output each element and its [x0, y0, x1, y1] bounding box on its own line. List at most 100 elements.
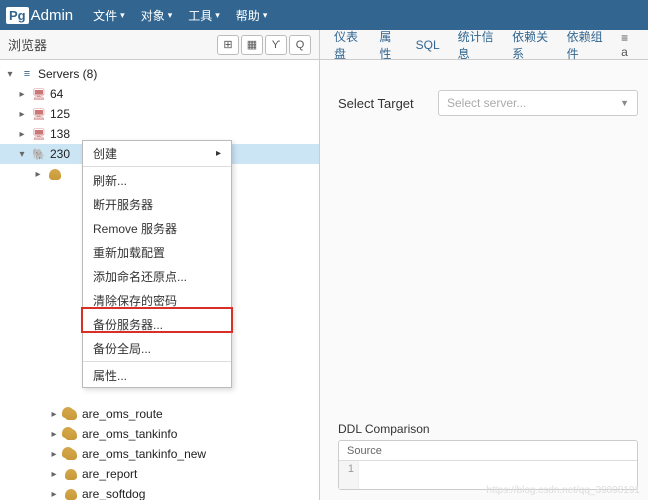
tree-db-are_oms_tankinfo[interactable]: ▸ are_oms_tankinfo	[0, 424, 319, 444]
tree-label: are_report	[82, 467, 137, 481]
ctx-label: 备份服务器...	[93, 316, 163, 333]
ctx-label: Remove 服务器	[93, 220, 177, 237]
app-header: Pg Admin 文件▾ 对象▾ 工具▾ 帮助▾	[0, 0, 648, 30]
content-panel: Select Target Select server... ▼ DDL Com…	[320, 60, 648, 500]
menu-object[interactable]: 对象▾	[133, 7, 181, 24]
ctx-backup-server[interactable]: 备份服务器...	[83, 312, 231, 336]
chevron-right-icon: ▸	[16, 89, 28, 100]
ddl-source-box: Source 1	[338, 440, 638, 490]
ctx-label: 清除保存的密码	[93, 292, 177, 309]
ctx-add-named-restore[interactable]: 添加命名还原点...	[83, 264, 231, 288]
tree-label: are_oms_route	[82, 407, 163, 421]
caret-down-icon: ▾	[168, 10, 173, 21]
ddl-title: DDL Comparison	[338, 422, 638, 436]
chevron-right-icon: ▸	[16, 109, 28, 120]
browser-title: 浏览器	[8, 35, 215, 54]
database-multi-icon	[63, 407, 79, 421]
database-multi-icon	[63, 447, 79, 461]
ctx-disconnect[interactable]: 断开服务器	[83, 192, 231, 216]
servers-group-icon: ≡	[19, 67, 35, 81]
ctx-reload-config[interactable]: 重新加载配置	[83, 240, 231, 264]
ctx-label: 断开服务器	[93, 196, 153, 213]
server-icon: 🖥	[31, 127, 47, 141]
caret-down-icon: ▼	[620, 98, 629, 108]
ctx-label: 添加命名还原点...	[93, 268, 187, 285]
server-icon: 🖥	[31, 87, 47, 101]
chevron-right-icon: ▸	[48, 469, 60, 480]
tree-label: 125	[50, 107, 70, 121]
tree-db-are_softdog[interactable]: ▸ are_softdog	[0, 484, 319, 500]
toolbar-search-icon[interactable]: Q	[289, 35, 311, 55]
tree-label: 230	[50, 147, 70, 161]
caret-down-icon: ▾	[120, 10, 125, 21]
select-target-label: Select Target	[338, 96, 438, 111]
tree-server-64[interactable]: ▸ 🖥 64	[0, 84, 319, 104]
ctx-clear-saved-password[interactable]: 清除保存的密码	[83, 288, 231, 312]
app-logo: Pg Admin	[6, 7, 73, 24]
chevron-right-icon: ▸	[16, 129, 28, 140]
chevron-right-icon: ▸	[48, 489, 60, 500]
context-menu: 创建 ▸ 刷新... 断开服务器 Remove 服务器 重新加载配置 添加命名还…	[82, 140, 232, 388]
chevron-down-icon: ▾	[4, 69, 16, 80]
ddl-comparison-panel: DDL Comparison Source 1	[338, 422, 638, 490]
ctx-label: 刷新...	[93, 172, 127, 189]
tree-db-are_oms_tankinfo_new[interactable]: ▸ are_oms_tankinfo_new	[0, 444, 319, 464]
chevron-right-icon: ▸	[48, 409, 60, 420]
tree-server-125[interactable]: ▸ 🖥 125	[0, 104, 319, 124]
menu-help[interactable]: 帮助▾	[228, 7, 276, 24]
database-icon	[47, 167, 63, 181]
tab-dashboard[interactable]: 仪表盘	[328, 28, 367, 62]
ctx-label: 备份全局...	[93, 340, 151, 357]
logo-badge: Pg	[6, 7, 29, 24]
database-icon	[63, 487, 79, 500]
ddl-source-header: Source	[339, 441, 637, 461]
tab-sql[interactable]: SQL	[410, 38, 446, 52]
database-icon	[63, 467, 79, 481]
chevron-right-icon: ▸	[48, 449, 60, 460]
tab-more-icon[interactable]: ≡ a	[615, 31, 640, 59]
chevron-right-icon: ▸	[48, 429, 60, 440]
tab-statistics[interactable]: 统计信息	[452, 28, 500, 62]
tree-root-servers[interactable]: ▾ ≡ Servers (8)	[0, 64, 319, 84]
caret-down-icon: ▾	[215, 10, 220, 21]
ctx-backup-globals[interactable]: 备份全局...	[83, 336, 231, 360]
separator	[83, 361, 231, 362]
toolbar-refresh-icon[interactable]: ⊞	[217, 35, 239, 55]
chevron-right-icon: ▸	[32, 169, 44, 180]
sub-header: 浏览器 ⊞ ▦ ϒ Q 仪表盘 属性 SQL 统计信息 依赖关系 依赖组件 ≡ …	[0, 30, 648, 60]
toolbar-grid-icon[interactable]: ▦	[241, 35, 263, 55]
select-target-dropdown[interactable]: Select server... ▼	[438, 90, 638, 116]
separator	[83, 166, 231, 167]
menu-tools[interactable]: 工具▾	[180, 7, 228, 24]
line-number: 1	[339, 461, 359, 489]
ctx-label: 重新加载配置	[93, 244, 165, 261]
ctx-properties[interactable]: 属性...	[83, 363, 231, 387]
menu-file[interactable]: 文件▾	[85, 7, 133, 24]
tree-label: Servers (8)	[38, 67, 97, 81]
tab-dependents[interactable]: 依赖组件	[561, 28, 609, 62]
server-icon: 🖥	[31, 107, 47, 121]
server-connected-icon: 🐘	[31, 147, 47, 161]
browser-panel-header: 浏览器 ⊞ ▦ ϒ Q	[0, 30, 320, 59]
toolbar-filter-icon[interactable]: ϒ	[265, 35, 287, 55]
select-placeholder: Select server...	[447, 96, 526, 110]
tree-label: 64	[50, 87, 63, 101]
watermark: https://blog.csdn.net/qq_39898191	[487, 485, 640, 496]
main-area: ▾ ≡ Servers (8) ▸ 🖥 64 ▸ 🖥 125 ▸ 🖥 138 ▾	[0, 60, 648, 500]
chevron-down-icon: ▾	[16, 149, 28, 160]
tree-label: are_oms_tankinfo_new	[82, 447, 206, 461]
database-multi-icon	[63, 427, 79, 441]
select-target-row: Select Target Select server... ▼	[338, 90, 638, 116]
ctx-remove-server[interactable]: Remove 服务器	[83, 216, 231, 240]
tree-label: are_softdog	[82, 487, 145, 500]
tree-db-are_report[interactable]: ▸ are_report	[0, 464, 319, 484]
tab-dependencies[interactable]: 依赖关系	[506, 28, 554, 62]
content-tabs: 仪表盘 属性 SQL 统计信息 依赖关系 依赖组件 ≡ a	[320, 28, 648, 62]
tree-db-are_oms_route[interactable]: ▸ are_oms_route	[0, 404, 319, 424]
ctx-label: 创建	[93, 145, 117, 162]
tab-properties[interactable]: 属性	[373, 28, 403, 62]
ctx-refresh[interactable]: 刷新...	[83, 168, 231, 192]
ctx-label: 属性...	[93, 367, 127, 384]
ctx-create[interactable]: 创建 ▸	[83, 141, 231, 165]
tree-label: are_oms_tankinfo	[82, 427, 177, 441]
